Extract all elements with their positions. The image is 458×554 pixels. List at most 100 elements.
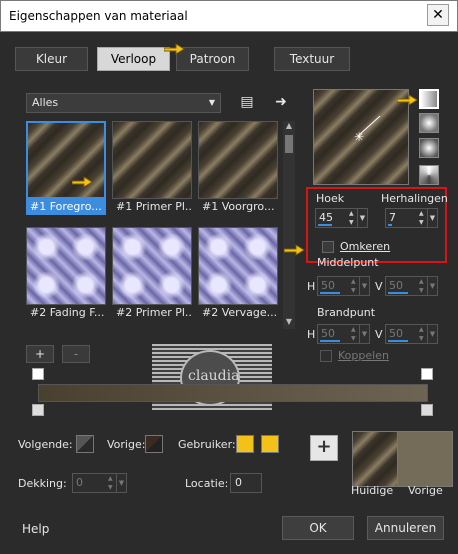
scroll-up-icon[interactable]: ▲: [283, 121, 295, 133]
brandpunt-label: Brandpunt: [317, 306, 376, 319]
dekking-spinner[interactable]: 0 ▲ ▼ ▼: [72, 473, 127, 493]
volgende-color[interactable]: [76, 435, 94, 453]
brand-h-label: H: [307, 328, 316, 341]
chevron-down-icon[interactable]: ▼: [116, 474, 126, 492]
spin-arrows-icon[interactable]: ▲ ▼: [419, 277, 427, 295]
chevron-down-icon[interactable]: ▼: [427, 209, 437, 227]
swatch-caption: #1 Voorgro...: [202, 200, 275, 213]
hoek-spinner[interactable]: 45 ▲ ▼ ▼: [315, 208, 368, 228]
cancel-button[interactable]: Annuleren: [367, 516, 444, 540]
add-swatch-button[interactable]: +: [26, 345, 54, 363]
locatie-label: Locatie:: [185, 477, 229, 490]
angle-handle-icon[interactable]: ✳: [314, 90, 410, 186]
swatch-item[interactable]: #1 Primer Pl...: [112, 121, 192, 215]
tab-textuur[interactable]: Textuur: [274, 47, 350, 71]
swatch-thumbnail: [198, 227, 278, 305]
ok-button[interactable]: OK: [282, 516, 354, 540]
spin-arrows-icon[interactable]: ▲ ▼: [349, 209, 357, 227]
opacity-stop-left[interactable]: [32, 368, 44, 380]
dekking-label: Dekking:: [18, 477, 67, 490]
sunburst-style-icon[interactable]: [419, 165, 439, 185]
mid-v-label: V: [375, 280, 383, 293]
pointing-hand-icon: [72, 176, 93, 188]
spin-arrows-icon[interactable]: ▲ ▼: [351, 277, 359, 295]
swatch-caption: #1 Primer Pl...: [116, 200, 192, 213]
koppelen-checkbox[interactable]: [320, 350, 332, 362]
tab-kleur[interactable]: Kleur: [15, 47, 88, 71]
swatch-thumbnail: [26, 121, 106, 199]
scroll-thumb[interactable]: [285, 135, 293, 153]
value-bar: [318, 224, 332, 226]
swatch-thumbnail: [26, 227, 106, 305]
title-bar: Eigenschappen van materiaal ✕: [0, 0, 458, 32]
brand-v-label: V: [375, 328, 383, 341]
rectangular-style-icon[interactable]: [419, 113, 439, 133]
swatch-caption: #2 Primer Pl...: [116, 306, 192, 319]
color-stop-right[interactable]: [421, 404, 433, 416]
spin-arrows-icon[interactable]: ▲ ▼: [351, 325, 359, 343]
gradient-swatch-grid: #1 Foregro... #1 Primer Pl... #1 Voorgro…: [26, 121, 282, 329]
swatch-thumbnail: [198, 121, 278, 199]
chevron-down-icon[interactable]: ▼: [427, 325, 437, 343]
pointing-hand-icon: [284, 244, 305, 256]
color-stop-left[interactable]: [32, 404, 44, 416]
brandpunt-h-spinner[interactable]: 50 ▲ ▼ ▼: [317, 324, 370, 344]
help-link[interactable]: Help: [22, 522, 49, 536]
spin-arrows-icon[interactable]: ▲ ▼: [419, 209, 427, 227]
mid-h-label: H: [307, 280, 316, 293]
swatch-item[interactable]: #2 Vervage...: [198, 227, 278, 321]
herhalingen-label: Herhalingen: [381, 192, 448, 205]
linear-style-icon[interactable]: [419, 89, 439, 109]
opacity-stop-right[interactable]: [421, 368, 433, 380]
spin-arrows-icon[interactable]: ▲ ▼: [419, 325, 427, 343]
herhalingen-value: 7: [389, 211, 396, 224]
tab-patroon[interactable]: Patroon: [176, 47, 249, 71]
tab-verloop[interactable]: Verloop: [97, 47, 170, 71]
remove-swatch-button[interactable]: -: [62, 345, 90, 363]
chevron-down-icon[interactable]: ▼: [427, 277, 437, 295]
spin-arrows-icon[interactable]: ▲ ▼: [108, 474, 116, 492]
herhalingen-spinner[interactable]: 7 ▲ ▼ ▼: [385, 208, 438, 228]
library-icon[interactable]: ▤: [238, 93, 256, 111]
svg-text:✳: ✳: [354, 130, 364, 144]
category-select[interactable]: Alles ▼: [26, 93, 221, 113]
watermark-text: claudia: [188, 368, 240, 384]
omkeren-label: Omkeren: [340, 240, 391, 253]
vorige-preview[interactable]: [397, 431, 453, 487]
swatch-item[interactable]: #1 Foregro...: [26, 121, 106, 215]
hoek-label: Hoek: [316, 192, 345, 205]
volgende-label: Volgende:: [18, 438, 73, 451]
omkeren-checkbox[interactable]: [322, 241, 334, 253]
add-to-swatches-button[interactable]: +: [310, 435, 338, 461]
chevron-down-icon[interactable]: ▼: [357, 209, 367, 227]
gebruiker-color-1[interactable]: [236, 435, 254, 453]
swatch-caption: #2 Vervage...: [202, 306, 278, 319]
category-select-value: Alles: [32, 96, 59, 109]
gebruiker-color-2[interactable]: [261, 435, 279, 453]
middelpunt-v-spinner[interactable]: 50 ▲ ▼ ▼: [385, 276, 438, 296]
brand-v-value: 50: [389, 327, 403, 340]
scroll-down-icon[interactable]: ▼: [283, 317, 295, 329]
middelpunt-h-spinner[interactable]: 50 ▲ ▼ ▼: [317, 276, 370, 296]
swatch-scrollbar[interactable]: ▲ ▼: [283, 121, 295, 329]
swatch-item[interactable]: #2 Fading F...: [26, 227, 106, 321]
brand-h-value: 50: [321, 327, 335, 340]
arrow-right-icon[interactable]: ➜: [272, 93, 290, 111]
locatie-field[interactable]: 0: [230, 473, 262, 493]
swatch-item[interactable]: #1 Voorgro...: [198, 121, 278, 215]
swatch-thumbnail: [112, 227, 192, 305]
swatch-item[interactable]: #2 Primer Pl...: [112, 227, 192, 321]
value-bar: [388, 292, 408, 294]
value-bar: [320, 292, 340, 294]
vorige-color[interactable]: [145, 435, 163, 453]
value-bar: [320, 340, 340, 342]
close-button[interactable]: ✕: [427, 4, 449, 26]
gradient-preview[interactable]: ✳: [313, 89, 409, 185]
chevron-down-icon[interactable]: ▼: [359, 277, 369, 295]
brandpunt-v-spinner[interactable]: 50 ▲ ▼ ▼: [385, 324, 438, 344]
middelpunt-label: Middelpunt: [317, 256, 379, 269]
radial-style-icon[interactable]: [419, 138, 439, 158]
gradient-bar[interactable]: [38, 384, 428, 402]
chevron-down-icon[interactable]: ▼: [359, 325, 369, 343]
pointing-hand-icon: [164, 43, 185, 55]
